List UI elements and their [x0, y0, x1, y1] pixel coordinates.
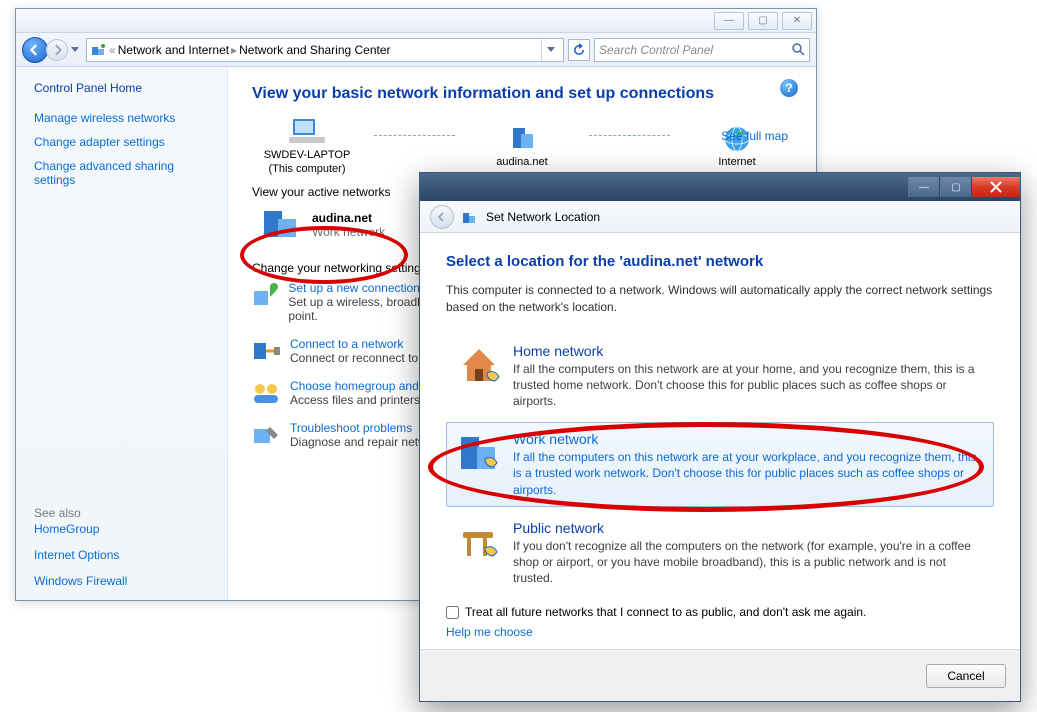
- troubleshoot-icon: [252, 421, 280, 449]
- set-network-location-dialog: — ▢ Set Network Location Select a locati…: [419, 172, 1021, 702]
- option-desc: If you don't recognize all the computers…: [513, 538, 983, 587]
- public-icon: [457, 520, 501, 564]
- home-icon: [457, 343, 501, 387]
- dialog-back-button[interactable]: [430, 205, 454, 229]
- option-title: Public network: [513, 520, 983, 536]
- map-internet-label: Internet: [718, 156, 755, 170]
- help-icon[interactable]: ?: [780, 79, 798, 97]
- sidebar-link-wireless[interactable]: Manage wireless networks: [34, 111, 209, 125]
- nav-forward-button[interactable]: [46, 39, 68, 61]
- network-map: SWDEV-LAPTOP (This computer) audina.net I…: [252, 117, 792, 177]
- help-me-choose-link[interactable]: Help me choose: [446, 625, 994, 639]
- see-also-homegroup[interactable]: HomeGroup: [34, 522, 127, 536]
- option-work-network[interactable]: Work network If all the computers on thi…: [446, 422, 994, 507]
- address-bar: « Network and Internet ▸ Network and Sha…: [16, 33, 816, 67]
- network-icon: [507, 124, 537, 154]
- refresh-button[interactable]: [568, 39, 590, 61]
- computer-icon: [289, 117, 325, 147]
- dialog-heading: Select a location for the 'audina.net' n…: [446, 253, 994, 270]
- setup-connection-icon: [252, 281, 278, 309]
- dialog-minimize-button[interactable]: —: [908, 177, 940, 197]
- see-also-firewall[interactable]: Windows Firewall: [34, 574, 127, 588]
- search-icon: [791, 42, 805, 56]
- page-heading: View your basic network information and …: [252, 85, 792, 103]
- sidebar-link-adapter[interactable]: Change adapter settings: [34, 135, 209, 149]
- map-this-pc-sub: (This computer): [268, 163, 345, 175]
- option-title: Work network: [513, 431, 983, 447]
- dialog-titlebar: — ▢: [420, 173, 1020, 201]
- breadcrumb-dropdown[interactable]: [541, 39, 559, 61]
- option-public-network[interactable]: Public network If you don't recognize al…: [446, 511, 994, 596]
- minimize-button[interactable]: —: [714, 12, 744, 30]
- map-this-pc-name: SWDEV-LAPTOP: [264, 149, 351, 161]
- connect-network-icon: [252, 337, 280, 365]
- option-desc: If all the computers on this network are…: [513, 449, 983, 498]
- dialog-maximize-button[interactable]: ▢: [940, 177, 972, 197]
- network-center-icon: [91, 42, 107, 58]
- nav-back-button[interactable]: [22, 37, 48, 63]
- dialog-title: Set Network Location: [486, 210, 600, 224]
- active-network-name: audina.net: [312, 211, 385, 225]
- breadcrumb-part2[interactable]: Network and Sharing Center: [239, 43, 390, 57]
- see-also-heading: See also: [34, 506, 81, 520]
- search-placeholder: Search Control Panel: [599, 43, 713, 57]
- sidebar: Control Panel Home Manage wireless netwo…: [16, 67, 228, 600]
- option-desc: If all the computers on this network are…: [513, 361, 983, 410]
- control-panel-home-link[interactable]: Control Panel Home: [34, 81, 209, 95]
- cancel-button[interactable]: Cancel: [926, 664, 1006, 688]
- homegroup-icon: [252, 379, 280, 407]
- map-node-network[interactable]: audina.net: [467, 124, 577, 170]
- work-network-icon: [262, 207, 302, 243]
- breadcrumb-part1[interactable]: Network and Internet: [118, 43, 229, 57]
- see-also-internet-options[interactable]: Internet Options: [34, 548, 127, 562]
- maximize-button[interactable]: ▢: [748, 12, 778, 30]
- dialog-description: This computer is connected to a network.…: [446, 282, 994, 316]
- map-network-name: audina.net: [496, 156, 547, 170]
- work-icon: [457, 431, 501, 475]
- sidebar-link-sharing[interactable]: Change advanced sharing settings: [34, 159, 209, 187]
- search-input[interactable]: Search Control Panel: [594, 38, 810, 62]
- cp-titlebar: — ▢ ✕: [16, 9, 816, 33]
- dialog-close-button[interactable]: [972, 177, 1020, 197]
- see-full-map-link[interactable]: See full map: [721, 129, 788, 143]
- treat-all-label: Treat all future networks that I connect…: [465, 605, 866, 619]
- network-location-icon: [462, 209, 478, 225]
- option-title: Home network: [513, 343, 983, 359]
- breadcrumb[interactable]: « Network and Internet ▸ Network and Sha…: [86, 38, 564, 62]
- option-home-network[interactable]: Home network If all the computers on thi…: [446, 334, 994, 419]
- dialog-header: Set Network Location: [420, 201, 1020, 233]
- close-button[interactable]: ✕: [782, 12, 812, 30]
- treat-all-checkbox[interactable]: [446, 606, 459, 619]
- map-node-this-pc[interactable]: SWDEV-LAPTOP (This computer): [252, 117, 362, 177]
- breadcrumb-sep: «: [109, 43, 116, 57]
- active-network-type[interactable]: Work network: [312, 225, 385, 239]
- nav-history-dropdown[interactable]: [68, 39, 82, 61]
- dialog-footer: Cancel: [420, 649, 1020, 701]
